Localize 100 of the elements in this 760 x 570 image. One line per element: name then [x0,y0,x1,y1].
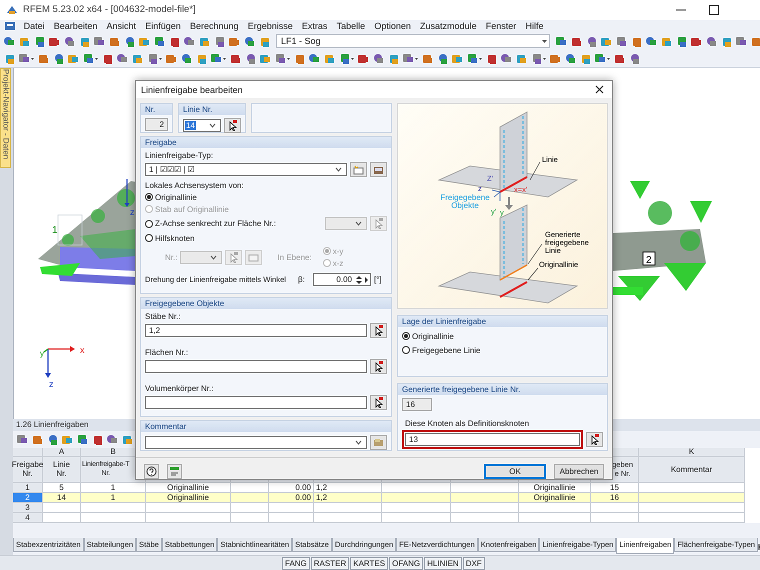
column-header: Freigabe Nr. [13,456,43,483]
tool-icon[interactable] [338,52,355,65]
window-title: RFEM 5.23.02 x64 - [004632-model-file*] [23,4,196,16]
tool-icon[interactable] [466,52,483,65]
help-button[interactable] [144,464,159,478]
input-field[interactable]: 1,2 [145,324,367,337]
menu-item[interactable]: Fenster [481,21,521,32]
radio-button[interactable]: Hilfsknoten [145,233,387,243]
menu-item[interactable]: Bearbeiten [49,21,102,32]
row-number[interactable]: 4 [13,512,43,523]
row-number[interactable]: 3 [13,502,43,513]
tool-icon[interactable] [530,52,547,65]
comment-dropdown[interactable] [145,436,367,449]
tool-icon[interactable] [436,52,449,65]
tool-icon[interactable] [555,34,568,48]
tool-icon[interactable] [500,52,513,65]
menu-item[interactable]: Hilfe [520,21,548,32]
menu-item[interactable]: Berechnung [185,21,244,32]
tool-icon[interactable] [76,432,89,446]
pointer-icon [590,434,600,445]
tool-icon[interactable] [146,52,163,65]
menu-item[interactable]: Tabelle [332,21,370,32]
status-toggle[interactable]: RASTER [310,556,350,570]
number-format-button[interactable] [167,464,182,478]
tool-icon[interactable] [33,34,46,48]
tool-icon[interactable] [116,52,129,65]
tool-icon[interactable] [372,52,385,65]
input-field[interactable]: 13 [405,433,580,446]
tool-icon[interactable] [52,52,65,65]
tool-icon[interactable] [585,34,598,48]
tool-icon[interactable] [675,34,688,48]
navigator-tab[interactable]: Projekt-Navigator - Daten [0,68,11,168]
pick-button[interactable] [586,432,603,447]
tool-icon[interactable] [628,52,641,65]
tool-icon[interactable] [564,52,577,65]
new-button[interactable] [350,162,367,177]
row-number[interactable]: 2 [13,492,43,503]
group-heading: Kommentar [141,421,391,432]
tool-icon[interactable] [213,34,226,48]
tool-icon[interactable] [106,432,119,446]
tool-icon[interactable] [183,34,196,48]
tool-icon[interactable] [16,432,29,446]
tool-icon[interactable] [123,34,136,48]
menu-item[interactable]: Optionen [370,21,416,32]
load-case-dropdown[interactable]: LF1 - Sog [276,34,550,48]
tool-icon[interactable] [735,34,748,48]
row-number[interactable]: 1 [13,482,43,493]
pick-button[interactable] [370,323,387,338]
status-toggle[interactable]: DXF [462,556,485,570]
radio-button[interactable]: Originallinie [145,192,387,202]
tool-icon[interactable] [210,52,227,65]
tool-icon[interactable] [615,34,628,48]
menu-item[interactable]: Extras [297,21,332,32]
dialog-button[interactable]: Abbrechen [554,464,604,478]
tool-icon[interactable] [63,34,76,48]
tool-icon[interactable] [402,52,419,65]
menu-item[interactable]: Ergebnisse [243,21,298,32]
unit-label: [°] [374,275,382,284]
menu-item[interactable]: Zusatzmodule [415,21,482,32]
tool-icon[interactable] [93,34,106,48]
tool-icon[interactable] [308,52,321,65]
tool-icon[interactable] [180,52,193,65]
radio-button[interactable]: Originallinie [402,330,603,342]
pick-button[interactable] [370,359,387,374]
node-dropdown[interactable] [180,250,222,264]
status-toggle[interactable]: HLINIEN [424,556,462,570]
line-dropdown[interactable]: 14 [183,119,221,132]
status-toggle[interactable]: KARTES [350,556,388,570]
radio-button[interactable]: Freigegebene Linie [402,344,603,356]
menu-item[interactable]: Ansicht [102,21,141,32]
tool-icon[interactable] [274,52,291,65]
table-cell [81,512,146,523]
pick-button[interactable] [224,118,241,133]
tool-icon[interactable] [46,432,59,446]
tool-icon[interactable] [594,52,611,65]
input-field[interactable] [145,396,367,409]
tool-icon[interactable] [18,52,35,65]
input-field[interactable] [145,360,367,373]
radio-button[interactable]: Z-Achse senkrecht zur Fläche Nr.: [145,218,276,228]
status-toggle[interactable]: OFANG [389,556,424,570]
tool-icon[interactable] [243,34,256,48]
edit-button[interactable] [370,162,387,177]
table-cell [451,512,519,523]
angle-spinner[interactable]: 0.00 [313,273,371,286]
tool-icon[interactable] [645,34,658,48]
tool-icon[interactable] [244,52,257,65]
tool-icon[interactable] [82,52,99,65]
release-type-dropdown[interactable]: 1 | ☑☑☑ | ☑ [145,163,347,176]
table-cell [591,502,639,513]
pick-button[interactable] [370,395,387,410]
node-button[interactable] [245,250,262,264]
menu-item[interactable]: Datei [19,21,50,32]
dialog-button[interactable]: OK [484,464,546,478]
tool-icon[interactable] [153,34,166,48]
status-toggle[interactable]: FANG [282,556,310,570]
library-icon [373,438,384,447]
menu-item[interactable]: Einfügen [140,21,186,32]
tool-icon[interactable] [3,34,16,48]
group-heading: Linie Nr. [179,104,245,115]
tool-icon[interactable] [705,34,718,48]
